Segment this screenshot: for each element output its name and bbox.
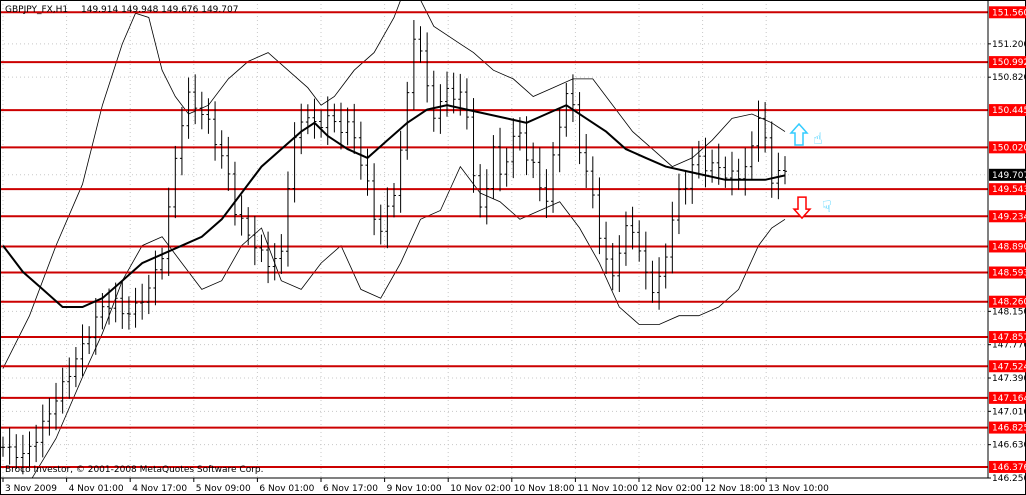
- price-chart[interactable]: 151.200150.820148.150147.770147.390147.0…: [0, 0, 1026, 495]
- symbol-label: GBPJPY_FX,H1: [5, 5, 68, 15]
- x-tick-label: 13 Nov 10:00: [768, 484, 829, 494]
- level-price-label: 151.560: [992, 8, 1026, 18]
- level-price-label: 146.825: [992, 424, 1026, 434]
- level-price-label: 149.234: [992, 212, 1026, 222]
- x-tick-label: 12 Nov 02:00: [641, 484, 702, 494]
- level-price-label: 146.376: [992, 463, 1026, 473]
- y-tick-label: 148.150: [992, 307, 1026, 317]
- x-tick-label: 4 Nov 17:00: [132, 484, 187, 494]
- chart-background: [0, 0, 1026, 495]
- level-price-label: 150.992: [992, 58, 1026, 68]
- x-tick-label: 3 Nov 2009: [5, 484, 57, 494]
- copyright-text: Broco Investor, © 2001-2008 MetaQuotes S…: [5, 465, 264, 475]
- ohlc-values: 149.914 149.948 149.676 149.707: [81, 5, 238, 15]
- current-price-label: 149.707: [992, 171, 1026, 181]
- x-tick-label: 5 Nov 09:00: [196, 484, 251, 494]
- y-tick-label: 146.250: [992, 474, 1026, 484]
- y-tick-label: 147.010: [992, 407, 1026, 417]
- level-price-label: 148.593: [992, 269, 1026, 279]
- level-price-label: 147.164: [992, 394, 1026, 404]
- x-tick-label: 10 Nov 18:00: [514, 484, 575, 494]
- x-tick-label: 6 Nov 01:00: [259, 484, 314, 494]
- level-price-label: 148.260: [992, 298, 1026, 308]
- thumbs-down-hand-icon: ☟: [822, 197, 832, 216]
- y-tick-label: 151.200: [992, 40, 1026, 50]
- x-tick-label: 9 Nov 10:00: [387, 484, 442, 494]
- x-tick-label: 4 Nov 01:00: [69, 484, 124, 494]
- x-tick-label: 12 Nov 18:00: [705, 484, 766, 494]
- level-price-label: 150.020: [992, 143, 1026, 153]
- x-tick-label: 11 Nov 10:00: [577, 484, 638, 494]
- level-price-label: 147.524: [992, 362, 1026, 372]
- x-tick-label: 6 Nov 17:00: [323, 484, 378, 494]
- x-tick-label: 10 Nov 02:00: [450, 484, 511, 494]
- y-tick-label: 146.630: [992, 441, 1026, 451]
- level-price-label: 147.857: [992, 333, 1026, 343]
- y-tick-label: 147.390: [992, 374, 1026, 384]
- y-tick-label: 150.820: [992, 73, 1026, 83]
- thumbs-up-hand-icon: ☝: [813, 129, 823, 148]
- level-price-label: 150.445: [992, 106, 1026, 116]
- level-price-label: 149.543: [992, 185, 1026, 195]
- level-price-label: 148.890: [992, 242, 1026, 252]
